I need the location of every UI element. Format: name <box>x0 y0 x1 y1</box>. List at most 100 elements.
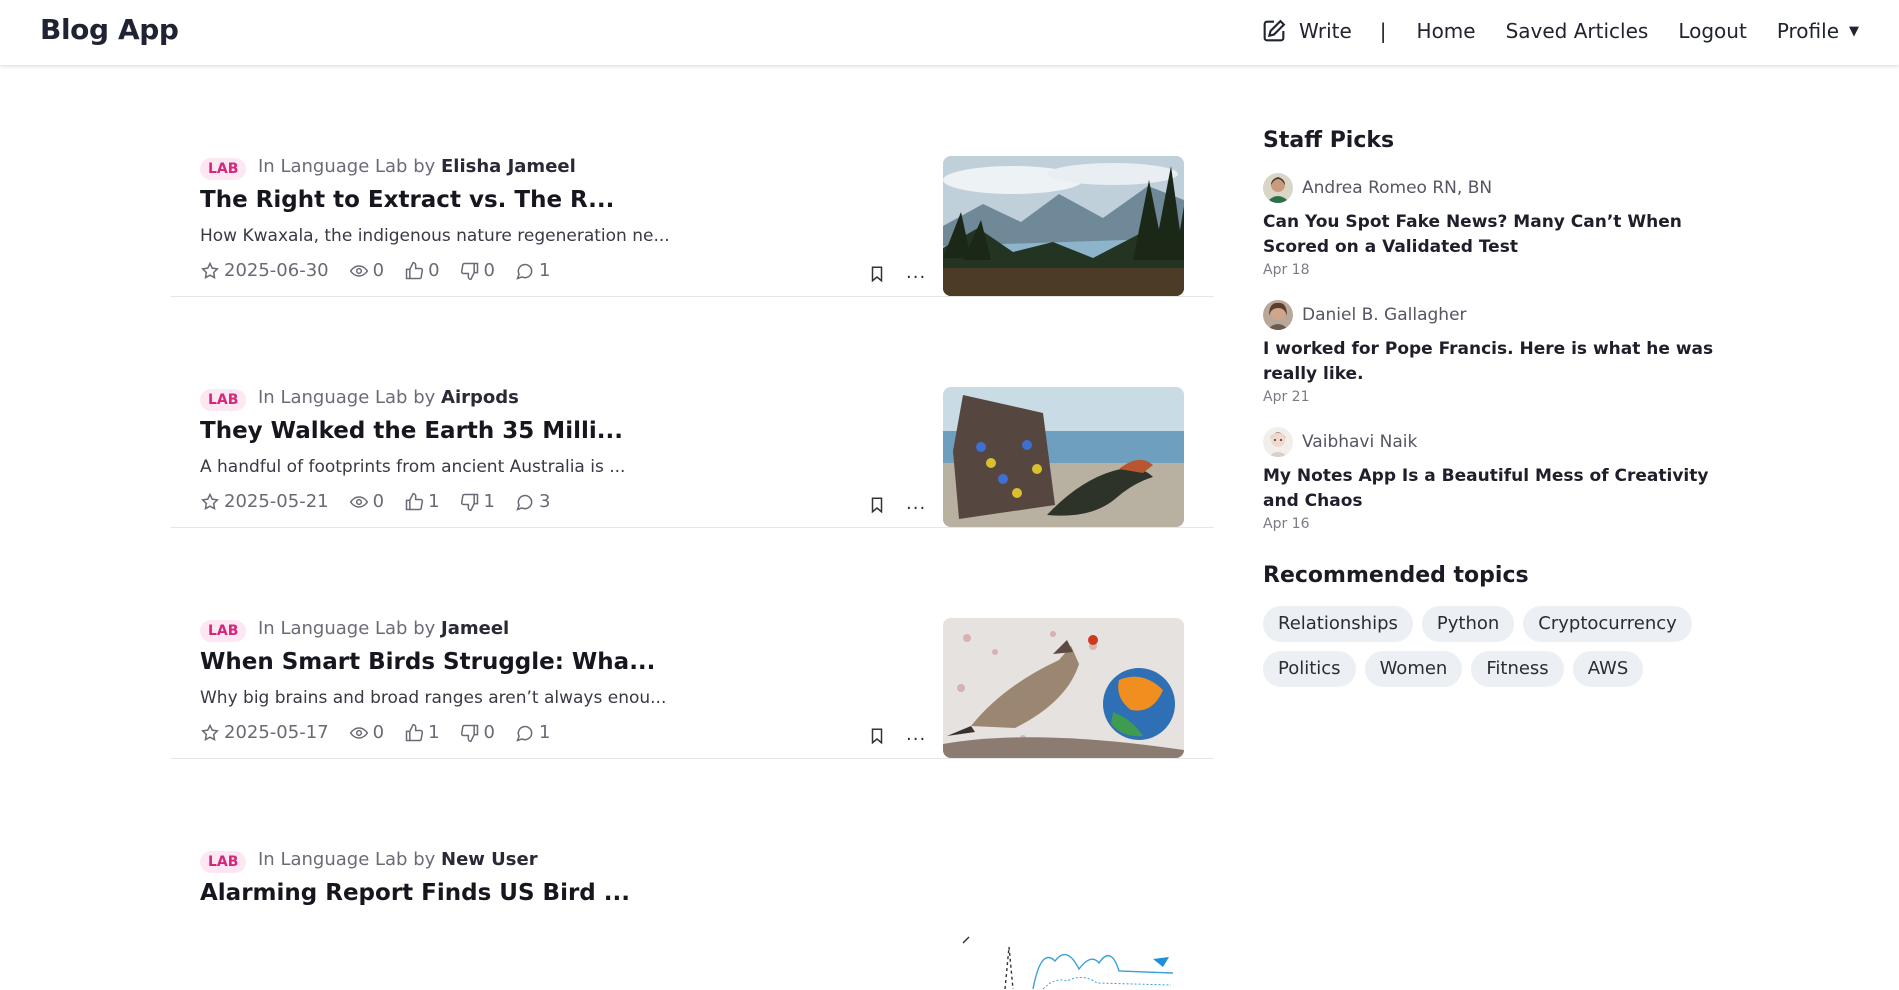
lab-badge: LAB <box>200 620 247 642</box>
dislikes-count: 1 <box>483 491 495 512</box>
logout-link[interactable]: Logout <box>1678 19 1746 43</box>
topic-chip-python[interactable]: Python <box>1421 606 1515 642</box>
topic-chip-cryptocurrency[interactable]: Cryptocurrency <box>1523 606 1692 642</box>
dislikes-count: 0 <box>483 722 495 743</box>
bird-line-graph-image <box>943 849 1184 989</box>
home-link[interactable]: Home <box>1417 19 1476 43</box>
views-count: 0 <box>372 260 385 281</box>
comments-count: 1 <box>538 260 551 281</box>
author-name[interactable]: Elisha Jameel <box>441 156 576 177</box>
article-card[interactable]: LAB In Language Lab by New User Alarming… <box>171 759 1214 990</box>
comment-bubble-icon <box>516 494 533 511</box>
dislike-button[interactable]: 0 <box>460 260 495 281</box>
thumbs-down-icon <box>460 262 478 280</box>
like-button[interactable]: 1 <box>404 491 440 512</box>
article-meta: In Language Lab by New User <box>258 849 538 870</box>
nav-separator: | <box>1379 19 1387 43</box>
like-button[interactable]: 0 <box>404 260 440 281</box>
eye-icon <box>349 264 368 277</box>
article-thumbnail[interactable] <box>943 618 1184 758</box>
comment-bubble-icon <box>516 725 533 742</box>
staff-pick-date: Apr 21 <box>1263 389 1310 405</box>
likes-count: 1 <box>428 722 440 743</box>
dislike-button[interactable]: 0 <box>460 722 495 743</box>
article-date: 2025-05-17 <box>224 722 329 743</box>
article-card[interactable]: LAB In Language Lab by Jameel When Smart… <box>171 528 1214 759</box>
article-card[interactable]: LAB In Language Lab by Elisha Jameel The… <box>171 66 1214 297</box>
bookmark-icon[interactable] <box>868 495 886 515</box>
topic-chip-fitness[interactable]: Fitness <box>1471 651 1564 687</box>
comments-button[interactable]: 1 <box>515 722 550 743</box>
star-icon <box>201 723 219 741</box>
staff-pick-item[interactable]: Vaibhavi Naik My Notes App Is a Beautifu… <box>1263 427 1733 532</box>
article-meta: In Language Lab by Jameel <box>258 618 509 639</box>
article-thumbnail[interactable] <box>943 849 1184 989</box>
profile-menu[interactable]: Profile ▼ <box>1777 19 1859 43</box>
article-title[interactable]: When Smart Birds Struggle: Wha... <box>200 649 655 675</box>
article-thumbnail[interactable] <box>943 387 1184 527</box>
bookmark-icon[interactable] <box>868 726 886 746</box>
article-meta: In Language Lab by Elisha Jameel <box>258 156 576 177</box>
recommended-topics-heading: Recommended topics <box>1263 563 1529 588</box>
comments-button[interactable]: 1 <box>515 260 550 281</box>
staff-pick-date: Apr 18 <box>1263 262 1310 278</box>
like-button[interactable]: 1 <box>404 722 440 743</box>
staff-pick-author[interactable]: Daniel B. Gallagher <box>1263 300 1733 330</box>
avatar <box>1263 300 1293 330</box>
thumbs-up-icon <box>405 723 424 741</box>
article-excerpt: How Kwaxala, the indigenous nature regen… <box>200 226 670 246</box>
star-icon <box>201 492 219 510</box>
comments-count: 1 <box>538 722 551 743</box>
rock-footprints-image <box>943 387 1184 527</box>
topic-chip-politics[interactable]: Politics <box>1263 651 1356 687</box>
views-count: 0 <box>372 491 385 512</box>
article-title[interactable]: The Right to Extract vs. The R... <box>200 187 614 213</box>
chevron-down-icon: ▼ <box>1849 23 1859 39</box>
date-stat: 2025-05-17 <box>200 722 329 743</box>
date-stat: 2025-06-30 <box>200 260 329 281</box>
article-thumbnail[interactable] <box>943 156 1184 296</box>
topic-chip-aws[interactable]: AWS <box>1572 651 1644 687</box>
staff-pick-item[interactable]: Andrea Romeo RN, BN Can You Spot Fake Ne… <box>1263 173 1733 278</box>
staff-pick-date: Apr 16 <box>1263 516 1310 532</box>
saved-articles-link[interactable]: Saved Articles <box>1506 19 1649 43</box>
author-name[interactable]: Airpods <box>441 387 519 408</box>
comments-button[interactable]: 3 <box>515 491 550 512</box>
main-nav: Write | Home Saved Articles Logout Profi… <box>1260 17 1859 45</box>
dislike-button[interactable]: 1 <box>460 491 495 512</box>
more-options-button[interactable]: ... <box>906 724 926 745</box>
likes-count: 1 <box>428 491 440 512</box>
staff-pick-title[interactable]: I worked for Pope Francis. Here is what … <box>1263 337 1733 387</box>
article-date: 2025-06-30 <box>224 260 329 281</box>
more-options-button[interactable]: ... <box>906 493 926 514</box>
author-name[interactable]: Jameel <box>441 618 509 639</box>
staff-picks-heading: Staff Picks <box>1263 128 1395 153</box>
article-title[interactable]: They Walked the Earth 35 Milli... <box>200 418 623 444</box>
author-name[interactable]: New User <box>441 849 538 870</box>
thumbs-down-icon <box>460 493 478 511</box>
staff-pick-title[interactable]: Can You Spot Fake News? Many Can’t When … <box>1263 210 1733 260</box>
lab-badge: LAB <box>200 851 247 873</box>
dislikes-count: 0 <box>483 260 495 281</box>
article-card[interactable]: LAB In Language Lab by Airpods They Walk… <box>171 297 1214 528</box>
more-options-button[interactable]: ... <box>906 262 926 283</box>
staff-pick-author[interactable]: Vaibhavi Naik <box>1263 427 1733 457</box>
topic-chip-relationships[interactable]: Relationships <box>1263 606 1413 642</box>
article-title[interactable]: Alarming Report Finds US Bird ... <box>200 880 630 906</box>
bookmark-icon[interactable] <box>868 264 886 284</box>
staff-pick-item[interactable]: Daniel B. Gallagher I worked for Pope Fr… <box>1263 300 1733 405</box>
article-stats: 2025-05-21 0 1 1 3 <box>200 491 570 512</box>
date-stat: 2025-05-21 <box>200 491 329 512</box>
topic-chip-women[interactable]: Women <box>1364 651 1463 687</box>
staff-pick-author[interactable]: Andrea Romeo RN, BN <box>1263 173 1733 203</box>
eye-icon <box>349 726 368 739</box>
waxwing-globe-image <box>943 618 1184 758</box>
views-stat: 0 <box>349 722 384 743</box>
staff-pick-author-name: Andrea Romeo RN, BN <box>1302 178 1493 198</box>
article-stats: 2025-05-17 0 1 0 1 <box>200 722 570 743</box>
write-link[interactable]: Write <box>1260 17 1352 45</box>
publication-prefix: In Language Lab by <box>258 618 436 639</box>
staff-pick-title[interactable]: My Notes App Is a Beautiful Mess of Crea… <box>1263 464 1733 514</box>
brand-logo[interactable]: Blog App <box>40 13 179 46</box>
lab-badge: LAB <box>200 158 247 180</box>
